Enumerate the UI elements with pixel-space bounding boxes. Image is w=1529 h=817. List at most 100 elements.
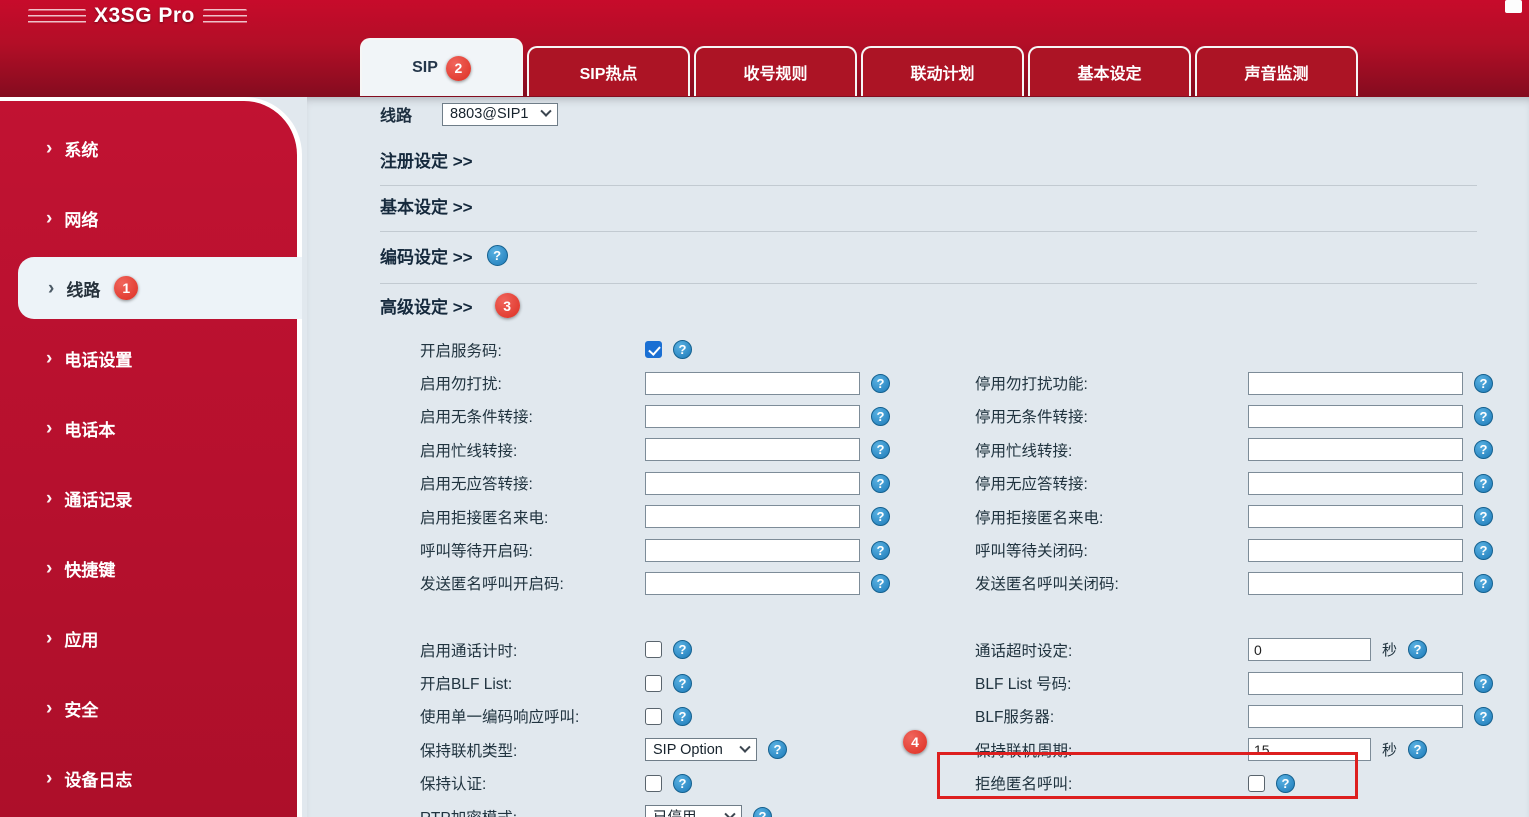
section-codec-settings[interactable]: 编码设定 >> ? <box>380 243 508 268</box>
reject-anonymous-call-checkbox[interactable] <box>1248 774 1265 792</box>
help-icon[interactable]: ? <box>673 640 692 660</box>
help-icon[interactable]: ? <box>1474 373 1493 393</box>
section-basic-settings[interactable]: 基本设定 >> <box>380 193 473 218</box>
sidebar-item-application[interactable]: › 应用 <box>0 603 297 673</box>
enable-dnd-input[interactable] <box>645 371 860 395</box>
blf-server-input[interactable] <box>1248 704 1463 728</box>
help-icon[interactable]: ? <box>871 540 890 560</box>
anonymous-call-off-input[interactable] <box>1248 571 1463 595</box>
chevron-right-icon: › <box>46 767 53 789</box>
help-icon[interactable]: ? <box>1474 706 1493 726</box>
blf-list-checkbox[interactable] <box>645 674 662 692</box>
help-icon[interactable]: ? <box>486 245 508 266</box>
tab-sip-hotspot[interactable]: SIP热点 <box>527 46 690 96</box>
keep-auth-checkbox[interactable] <box>645 774 662 792</box>
tab-label: SIP热点 <box>579 66 638 83</box>
sidebar: › 系统 › 网络 › 线路 1 › 电话设置 › 电话本 › 通话记录 › 快… <box>0 97 302 817</box>
enable-uncond-forward-input[interactable] <box>645 404 860 428</box>
help-icon[interactable]: ? <box>1474 540 1493 560</box>
help-icon[interactable]: ? <box>768 740 787 760</box>
field-label: 停用忙线转接: <box>975 442 1073 460</box>
help-icon[interactable]: ? <box>1408 640 1428 660</box>
help-icon[interactable]: ? <box>871 573 890 593</box>
chevron-down-icon <box>540 105 552 117</box>
logo-speedlines-left-icon <box>28 8 86 24</box>
section-register-settings[interactable]: 注册设定 >> <box>380 147 473 172</box>
chevron-right-icon: › <box>46 417 53 439</box>
field-label: 保持认证: <box>420 776 487 794</box>
tab-basic-settings[interactable]: 基本设定 <box>1028 46 1191 96</box>
help-icon[interactable]: ? <box>753 807 772 817</box>
tab-action-plan[interactable]: 联动计划 <box>861 46 1024 96</box>
disable-reject-anonymous-input[interactable] <box>1248 505 1463 529</box>
tab-label: 联动计划 <box>910 66 975 83</box>
disable-dnd-input[interactable] <box>1248 371 1463 395</box>
sidebar-item-system[interactable]: › 系统 <box>0 113 297 183</box>
help-icon[interactable]: ? <box>1474 473 1493 493</box>
help-icon[interactable]: ? <box>673 773 692 793</box>
help-icon[interactable]: ? <box>871 507 890 527</box>
enable-reject-anonymous-input[interactable] <box>645 505 860 529</box>
help-icon[interactable]: ? <box>1474 573 1493 593</box>
field-label: 通话超时设定: <box>975 642 1073 660</box>
help-icon[interactable]: ? <box>871 406 890 426</box>
field-label: 启用无应答转接: <box>420 476 533 494</box>
logo-text: X3SG Pro <box>94 4 195 27</box>
unit-label: 秒 <box>1382 642 1398 660</box>
sidebar-item-function-key[interactable]: › 快捷键 <box>0 533 297 603</box>
sidebar-item-phonebook[interactable]: › 电话本 <box>0 393 297 463</box>
call-timeout-input[interactable] <box>1248 638 1371 662</box>
help-icon[interactable]: ? <box>871 440 890 460</box>
call-waiting-on-input[interactable] <box>645 538 860 562</box>
section-advanced-settings[interactable]: 高级设定 >> 3 <box>380 293 520 318</box>
tab-audio-monitor[interactable]: 声音监测 <box>1195 46 1358 96</box>
section-title: 基本设定 >> <box>380 198 473 217</box>
advanced-form-group-2: 启用通话计时: ? 通话超时设定: 秒 ? 开启BLF List: ? BLF … <box>420 633 1498 817</box>
chevron-right-icon: › <box>46 487 53 509</box>
tab-label: 声音监测 <box>1244 66 1309 83</box>
help-icon[interactable]: ? <box>1474 406 1493 426</box>
sidebar-item-phone-settings[interactable]: › 电话设置 <box>0 323 297 393</box>
anonymous-call-on-input[interactable] <box>645 571 860 595</box>
help-icon[interactable]: ? <box>673 706 692 726</box>
keepalive-type-select[interactable]: SIP Option <box>645 738 757 762</box>
service-code-checkbox[interactable] <box>645 341 662 359</box>
sidebar-item-device-log[interactable]: › 设备日志 <box>0 743 297 813</box>
divider <box>380 283 1477 284</box>
call-waiting-off-input[interactable] <box>1248 538 1463 562</box>
sidebar-item-security[interactable]: › 安全 <box>0 673 297 743</box>
enable-busy-forward-input[interactable] <box>645 438 860 462</box>
sidebar-item-line[interactable]: › 线路 1 <box>18 257 302 319</box>
help-icon[interactable]: ? <box>1474 507 1493 527</box>
line-select[interactable]: 8803@SIP1 <box>442 102 559 126</box>
main-content: 线路 8803@SIP1 注册设定 >> 基本设定 >> 编码设定 >> ? 高… <box>307 97 1529 817</box>
help-icon[interactable]: ? <box>1276 773 1295 793</box>
scrollbar-thumb[interactable] <box>1505 0 1522 13</box>
disable-busy-forward-input[interactable] <box>1248 438 1463 462</box>
tab-sip[interactable]: SIP 2 <box>360 38 523 96</box>
help-icon[interactable]: ? <box>871 373 890 393</box>
rtp-encryption-select[interactable]: 已停用 <box>645 805 742 817</box>
help-icon[interactable]: ? <box>871 473 890 493</box>
field-label: 拒绝匿名呼叫: <box>975 776 1073 794</box>
help-icon[interactable]: ? <box>1474 440 1493 460</box>
tab-dial-plan[interactable]: 收号规则 <box>694 46 857 96</box>
disable-noanswer-forward-input[interactable] <box>1248 471 1463 495</box>
help-icon[interactable]: ? <box>1474 673 1493 693</box>
single-codec-checkbox[interactable] <box>645 707 662 725</box>
field-label: 停用无应答转接: <box>975 476 1088 494</box>
keepalive-period-input[interactable] <box>1248 738 1371 762</box>
sidebar-item-network[interactable]: › 网络 <box>0 183 297 253</box>
chevron-right-icon: › <box>48 277 55 299</box>
help-icon[interactable]: ? <box>673 340 692 360</box>
help-icon[interactable]: ? <box>1408 740 1428 760</box>
sidebar-item-call-log[interactable]: › 通话记录 <box>0 463 297 533</box>
field-label: 发送匿名呼叫关闭码: <box>975 576 1119 594</box>
chevron-right-icon: › <box>46 627 53 649</box>
step-badge-4: 4 <box>903 730 927 754</box>
call-timer-checkbox[interactable] <box>645 641 662 659</box>
help-icon[interactable]: ? <box>673 673 692 693</box>
enable-noanswer-forward-input[interactable] <box>645 471 860 495</box>
disable-uncond-forward-input[interactable] <box>1248 404 1463 428</box>
blf-list-number-input[interactable] <box>1248 671 1463 695</box>
